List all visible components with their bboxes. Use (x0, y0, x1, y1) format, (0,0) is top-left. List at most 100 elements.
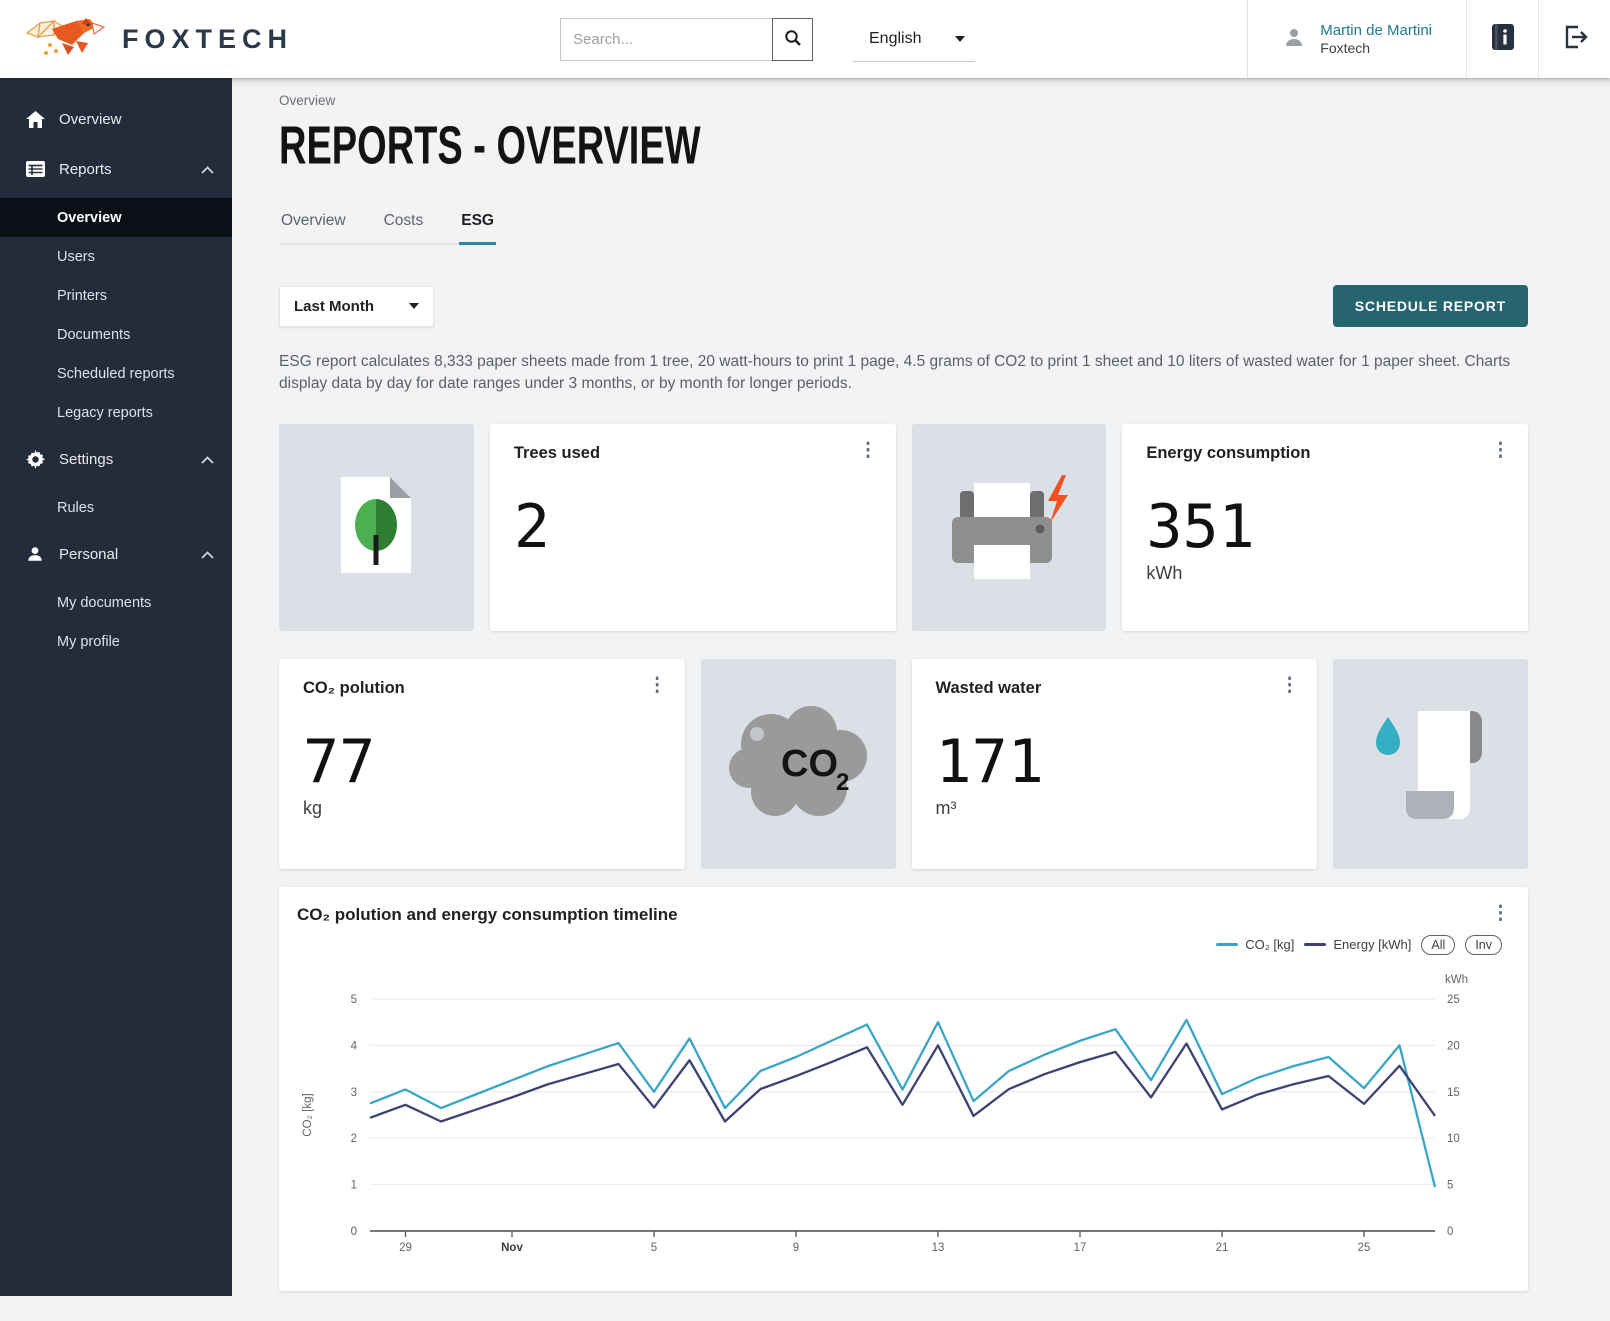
legend-energy[interactable]: Energy [kWh] (1304, 937, 1411, 952)
range-inv-button[interactable]: Inv (1465, 935, 1502, 955)
chevron-up-icon (201, 451, 214, 468)
svg-text:5: 5 (351, 994, 357, 1006)
sidebar: Overview Reports Overview Users Printers… (0, 78, 232, 1296)
wasted-water-value: 171 (936, 732, 1298, 792)
svg-text:5: 5 (1447, 1180, 1453, 1192)
energy-consumption-value: 351 (1146, 497, 1508, 557)
user-name: Martin de Martini (1320, 22, 1432, 41)
trees-used-value: 2 (514, 497, 876, 557)
svg-text:2: 2 (836, 769, 849, 796)
chevron-up-icon (201, 161, 214, 178)
svg-text:CO: CO (781, 743, 838, 785)
sidebar-item-reports-overview[interactable]: Overview (0, 198, 232, 237)
energy-consumption-card: Energy consumption ⋮ 351 kWh (1122, 424, 1528, 631)
search-bar (560, 18, 813, 61)
main-content: Overview REPORTS - OVERVIEW Overview Cos… (232, 78, 1610, 1321)
chart-legend: CO₂ [kg] Energy [kWh] All Inv (1216, 935, 1502, 955)
tabs: Overview Costs ESG (279, 204, 496, 245)
printer-energy-icon (944, 465, 1074, 590)
sidebar-item-personal[interactable]: Personal (0, 533, 232, 575)
sidebar-item-overview[interactable]: Overview (0, 98, 232, 140)
svg-text:Nov: Nov (501, 1242, 523, 1254)
svg-text:0: 0 (351, 1226, 357, 1238)
tree-illustration-tile (279, 424, 474, 631)
gear-icon (25, 450, 45, 469)
user-avatar-icon (1282, 25, 1306, 54)
search-icon (784, 29, 802, 50)
co2-polution-value: 77 (303, 732, 665, 792)
card-title: Wasted water (936, 679, 1298, 698)
card-title: Trees used (514, 444, 876, 463)
home-icon (25, 111, 45, 128)
svg-text:21: 21 (1216, 1242, 1229, 1254)
co2-cloud-icon: CO 2 (723, 696, 873, 831)
manual-button[interactable] (1466, 0, 1538, 78)
breadcrumb[interactable]: Overview (279, 93, 1528, 108)
language-select[interactable]: English (853, 16, 975, 62)
sidebar-item-my-documents[interactable]: My documents (0, 583, 232, 622)
period-select[interactable]: Last Month (279, 286, 434, 327)
card-menu-icon[interactable]: ⋮ (648, 679, 667, 693)
chart-menu-icon[interactable]: ⋮ (1491, 907, 1510, 921)
co2-polution-card: CO₂ polution ⋮ 77 kg (279, 659, 685, 869)
svg-text:5: 5 (651, 1242, 657, 1254)
svg-text:4: 4 (351, 1040, 358, 1052)
svg-text:0: 0 (1447, 1226, 1453, 1238)
svg-text:10: 10 (1447, 1133, 1460, 1145)
sidebar-item-reports[interactable]: Reports (0, 148, 232, 190)
card-menu-icon[interactable]: ⋮ (1491, 444, 1510, 458)
co2-polution-unit: kg (303, 798, 665, 819)
sidebar-item-my-profile[interactable]: My profile (0, 622, 232, 661)
brand[interactable]: FOXTECH (0, 11, 560, 68)
svg-text:kWh: kWh (1445, 974, 1468, 986)
legend-co2[interactable]: CO₂ [kg] (1216, 937, 1294, 952)
card-title: CO₂ polution (303, 679, 665, 698)
reports-icon (25, 161, 45, 177)
language-value: English (869, 30, 921, 48)
search-button[interactable] (772, 18, 813, 61)
tree-paper-icon (341, 477, 411, 578)
svg-text:29: 29 (399, 1242, 412, 1254)
card-menu-icon[interactable]: ⋮ (1280, 679, 1299, 693)
chevron-up-icon (201, 546, 214, 563)
app-header: FOXTECH English Martin de Martini Foxtec… (0, 0, 1610, 78)
wasted-water-card: Wasted water ⋮ 171 m³ (912, 659, 1318, 869)
sidebar-item-scheduled-reports[interactable]: Scheduled reports (0, 354, 232, 393)
sidebar-item-printers[interactable]: Printers (0, 276, 232, 315)
energy-line-swatch (1304, 943, 1326, 946)
card-menu-icon[interactable]: ⋮ (859, 444, 878, 458)
sidebar-item-settings[interactable]: Settings (0, 438, 232, 480)
wasted-water-unit: m³ (936, 798, 1298, 819)
svg-text:25: 25 (1447, 994, 1460, 1006)
search-input[interactable] (560, 18, 772, 61)
brand-name: FOXTECH (122, 24, 293, 55)
svg-text:9: 9 (793, 1242, 799, 1254)
svg-text:17: 17 (1074, 1242, 1087, 1254)
co2-illustration-tile: CO 2 (701, 659, 896, 869)
schedule-report-button[interactable]: SCHEDULE REPORT (1333, 285, 1528, 327)
user-menu[interactable]: Martin de Martini Foxtech (1247, 0, 1466, 78)
timeline-chart-card: CO₂ polution and energy consumption time… (279, 887, 1528, 1291)
chevron-down-icon (955, 36, 965, 42)
trees-used-card: Trees used ⋮ 2 (490, 424, 896, 631)
svg-text:1: 1 (351, 1180, 357, 1192)
energy-consumption-unit: kWh (1146, 563, 1508, 584)
svg-text:2: 2 (351, 1133, 357, 1145)
svg-text:3: 3 (351, 1087, 357, 1099)
tab-costs[interactable]: Costs (382, 204, 426, 243)
sidebar-item-documents[interactable]: Documents (0, 315, 232, 354)
timeline-chart: 0123450510152025kWhCO₂ [kg]29Nov59131721… (295, 969, 1512, 1286)
tab-esg[interactable]: ESG (459, 204, 496, 245)
svg-text:15: 15 (1447, 1087, 1460, 1099)
sidebar-item-rules[interactable]: Rules (0, 488, 232, 527)
sidebar-item-legacy-reports[interactable]: Legacy reports (0, 393, 232, 432)
sidebar-item-users[interactable]: Users (0, 237, 232, 276)
svg-text:25: 25 (1358, 1242, 1371, 1254)
range-all-button[interactable]: All (1421, 935, 1455, 955)
user-organization: Foxtech (1320, 40, 1432, 56)
chevron-down-icon (409, 303, 419, 309)
tab-overview[interactable]: Overview (279, 204, 348, 243)
logout-icon (1561, 23, 1589, 56)
water-illustration-tile (1333, 659, 1528, 869)
logout-button[interactable] (1538, 0, 1610, 78)
